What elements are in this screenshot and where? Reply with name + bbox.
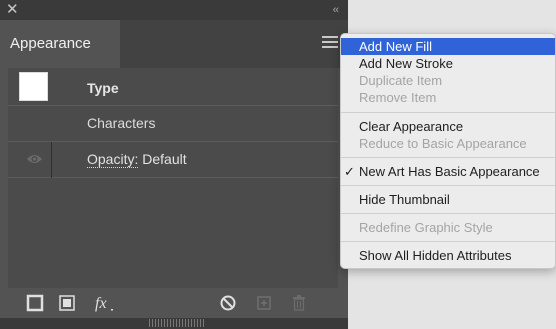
panel-flyout-menu: Add New Fill Add New Stroke Duplicate It… — [340, 33, 556, 269]
duplicate-item-icon — [257, 296, 271, 310]
opacity-link[interactable]: Opacity: — [87, 151, 139, 168]
panel-tabbar: Appearance — [0, 20, 348, 68]
menu-item-new-art-has-basic-appearance[interactable]: ✓ New Art Has Basic Appearance — [341, 163, 555, 180]
add-fill-icon[interactable] — [56, 292, 78, 314]
panel-bottom-toolbar: fx — [0, 288, 348, 318]
menu-item-label: New Art Has Basic Appearance — [359, 164, 540, 179]
menu-item-reduce-to-basic-appearance: Reduce to Basic Appearance — [359, 136, 527, 151]
menu-item-duplicate-item: Duplicate Item — [359, 73, 443, 88]
menu-separator — [341, 112, 555, 113]
resize-grip-handle[interactable] — [149, 319, 204, 327]
menu-separator — [341, 213, 555, 214]
panel-menu-icon[interactable] — [322, 36, 338, 50]
panel-titlebar[interactable]: ✕ ‹‹ — [0, 0, 348, 20]
menu-item-hide-thumbnail[interactable]: Hide Thumbnail — [341, 191, 555, 208]
characters-label[interactable]: Characters — [87, 106, 155, 140]
appearance-panel: ✕ ‹‹ Appearance Type Characters Opacity:… — [0, 0, 348, 329]
menu-item-show-all-hidden-attributes[interactable]: Show All Hidden Attributes — [341, 247, 555, 264]
opacity-value: Default — [138, 151, 187, 167]
fx-icon[interactable]: fx — [93, 292, 115, 314]
collapse-icon[interactable]: ‹‹ — [333, 2, 339, 18]
type-label: Type — [87, 80, 119, 96]
clear-appearance-icon[interactable] — [217, 292, 239, 314]
visibility-eye-icon[interactable] — [26, 152, 43, 166]
eye-column-divider — [51, 142, 52, 178]
characters-row[interactable]: Characters — [8, 106, 338, 142]
thumbnail — [19, 72, 48, 101]
menu-item-remove-item: Remove Item — [359, 90, 437, 105]
menu-item-add-new-fill[interactable]: Add New Fill — [341, 38, 555, 55]
checkmark-icon: ✓ — [344, 164, 355, 179]
opacity-label[interactable]: Opacity: Default — [87, 142, 187, 176]
menu-separator — [341, 241, 555, 242]
svg-text:fx: fx — [95, 295, 107, 312]
add-stroke-icon[interactable] — [24, 292, 46, 314]
delete-icon — [293, 295, 305, 311]
menu-separator — [341, 157, 555, 158]
menu-item-redefine-graphic-style: Redefine Graphic Style — [359, 220, 493, 235]
menu-item-clear-appearance[interactable]: Clear Appearance — [341, 118, 555, 135]
appearance-list: Type Characters Opacity: Default — [8, 68, 338, 288]
type-row[interactable]: Type — [8, 68, 338, 106]
menu-separator — [341, 185, 555, 186]
close-icon[interactable]: ✕ — [6, 2, 19, 18]
opacity-row[interactable]: Opacity: Default — [8, 142, 338, 178]
menu-item-add-new-stroke[interactable]: Add New Stroke — [341, 55, 555, 72]
tab-appearance[interactable]: Appearance — [0, 20, 120, 68]
